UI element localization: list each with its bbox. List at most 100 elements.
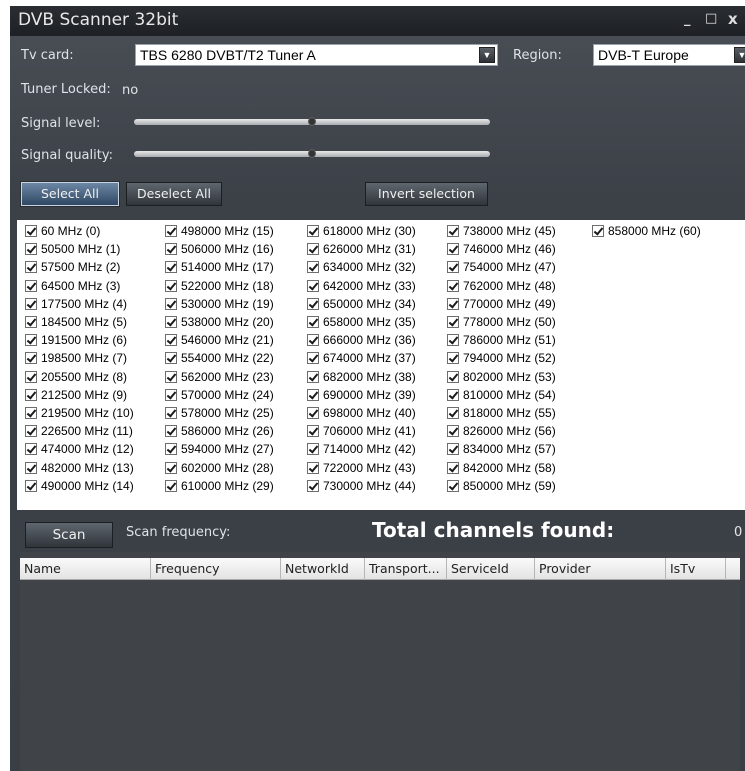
column-header-serviceid[interactable]: ServiceId: [447, 558, 535, 580]
checkbox-checked-icon[interactable]: [25, 261, 37, 274]
checkbox-checked-icon[interactable]: [307, 443, 319, 456]
frequency-checkbox-item[interactable]: 634000 MHz (32): [307, 260, 416, 274]
column-header-networkid[interactable]: NetworkId: [281, 558, 365, 580]
frequency-checkbox-item[interactable]: 570000 MHz (24): [165, 388, 274, 402]
frequency-checkbox-item[interactable]: 666000 MHz (36): [307, 333, 416, 347]
frequency-checkbox-item[interactable]: 698000 MHz (40): [307, 406, 416, 420]
checkbox-checked-icon[interactable]: [25, 407, 37, 419]
checkbox-checked-icon[interactable]: [447, 261, 459, 274]
frequency-checkbox-item[interactable]: 212500 MHz (9): [25, 388, 127, 402]
checkbox-checked-icon[interactable]: [25, 370, 37, 383]
frequency-checkbox-item[interactable]: 198500 MHz (7): [25, 351, 127, 365]
frequency-checkbox-item[interactable]: 57500 MHz (2): [25, 260, 120, 274]
checkbox-checked-icon[interactable]: [447, 297, 459, 310]
checkbox-checked-icon[interactable]: [165, 370, 177, 383]
checkbox-checked-icon[interactable]: [307, 334, 319, 347]
frequency-checkbox-item[interactable]: 786000 MHz (51): [447, 333, 556, 347]
region-select[interactable]: DVB-T Europe ▼: [593, 44, 745, 66]
frequency-checkbox-item[interactable]: 754000 MHz (47): [447, 260, 556, 274]
frequency-checkbox-item[interactable]: 642000 MHz (33): [307, 279, 416, 293]
frequency-checkbox-item[interactable]: 514000 MHz (17): [165, 260, 274, 274]
frequency-checkbox-item[interactable]: 482000 MHz (13): [25, 461, 134, 475]
checkbox-checked-icon[interactable]: [307, 243, 319, 256]
deselect-all-button[interactable]: Deselect All: [126, 182, 222, 206]
checkbox-checked-icon[interactable]: [165, 479, 177, 492]
frequency-checkbox-item[interactable]: 714000 MHz (42): [307, 442, 416, 456]
column-header-istv[interactable]: IsTv: [666, 558, 726, 580]
checkbox-checked-icon[interactable]: [165, 407, 177, 419]
frequency-checkbox-item[interactable]: 562000 MHz (23): [165, 370, 274, 384]
scan-button[interactable]: Scan: [25, 522, 113, 548]
checkbox-checked-icon[interactable]: [447, 243, 459, 256]
checkbox-checked-icon[interactable]: [165, 425, 177, 438]
column-header-name[interactable]: Name: [20, 558, 151, 580]
checkbox-checked-icon[interactable]: [25, 297, 37, 310]
checkbox-checked-icon[interactable]: [447, 352, 459, 365]
select-all-button[interactable]: Select All: [21, 182, 119, 206]
frequency-checkbox-item[interactable]: 184500 MHz (5): [25, 315, 127, 329]
frequency-checkbox-item[interactable]: 530000 MHz (19): [165, 297, 274, 311]
checkbox-checked-icon[interactable]: [307, 425, 319, 438]
frequency-checkbox-item[interactable]: 762000 MHz (48): [447, 279, 556, 293]
checkbox-checked-icon[interactable]: [25, 443, 37, 456]
checkbox-checked-icon[interactable]: [307, 407, 319, 419]
frequency-checkbox-item[interactable]: 746000 MHz (46): [447, 242, 556, 256]
chevron-down-icon[interactable]: ▼: [479, 47, 495, 63]
frequency-checkbox-item[interactable]: 810000 MHz (54): [447, 388, 556, 402]
checkbox-checked-icon[interactable]: [25, 225, 37, 237]
checkbox-checked-icon[interactable]: [165, 443, 177, 456]
frequency-checkbox-item[interactable]: 690000 MHz (39): [307, 388, 416, 402]
checkbox-checked-icon[interactable]: [307, 261, 319, 274]
frequency-checkbox-item[interactable]: 818000 MHz (55): [447, 406, 556, 420]
checkbox-checked-icon[interactable]: [447, 225, 459, 237]
checkbox-checked-icon[interactable]: [307, 461, 319, 474]
checkbox-checked-icon[interactable]: [165, 388, 177, 401]
checkbox-checked-icon[interactable]: [307, 352, 319, 365]
frequency-checkbox-item[interactable]: 219500 MHz (10): [25, 406, 134, 420]
column-header-provider[interactable]: Provider: [535, 558, 666, 580]
column-header-frequency[interactable]: Frequency: [151, 558, 281, 580]
frequency-checkbox-item[interactable]: 850000 MHz (59): [447, 479, 556, 493]
chevron-down-icon[interactable]: ▼: [734, 47, 745, 63]
frequency-checkbox-item[interactable]: 586000 MHz (26): [165, 424, 274, 438]
frequency-checkbox-item[interactable]: 858000 MHz (60): [592, 224, 701, 238]
checkbox-checked-icon[interactable]: [447, 461, 459, 474]
frequency-checkbox-item[interactable]: 538000 MHz (20): [165, 315, 274, 329]
checkbox-checked-icon[interactable]: [25, 334, 37, 347]
frequency-checkbox-item[interactable]: 802000 MHz (53): [447, 370, 556, 384]
checkbox-checked-icon[interactable]: [447, 425, 459, 438]
checkbox-checked-icon[interactable]: [307, 279, 319, 292]
frequency-checkbox-item[interactable]: 778000 MHz (50): [447, 315, 556, 329]
checkbox-checked-icon[interactable]: [447, 407, 459, 419]
frequency-checkbox-item[interactable]: 834000 MHz (57): [447, 442, 556, 456]
frequency-checkbox-item[interactable]: 842000 MHz (58): [447, 461, 556, 475]
frequency-checkbox-item[interactable]: 826000 MHz (56): [447, 424, 556, 438]
frequency-checkbox-item[interactable]: 706000 MHz (41): [307, 424, 416, 438]
checkbox-checked-icon[interactable]: [165, 261, 177, 274]
frequency-checkbox-item[interactable]: 650000 MHz (34): [307, 297, 416, 311]
checkbox-checked-icon[interactable]: [307, 316, 319, 328]
column-header-transport[interactable]: Transport...: [365, 558, 447, 580]
frequency-checkbox-item[interactable]: 578000 MHz (25): [165, 406, 274, 420]
frequency-checkbox-item[interactable]: 682000 MHz (38): [307, 370, 416, 384]
frequency-checkbox-item[interactable]: 226500 MHz (11): [25, 424, 133, 438]
checkbox-checked-icon[interactable]: [165, 225, 177, 237]
checkbox-checked-icon[interactable]: [165, 316, 177, 328]
checkbox-checked-icon[interactable]: [165, 297, 177, 310]
frequency-checkbox-item[interactable]: 658000 MHz (35): [307, 315, 416, 329]
checkbox-checked-icon[interactable]: [25, 243, 37, 256]
frequency-checkbox-item[interactable]: 610000 MHz (29): [165, 479, 274, 493]
frequency-checkbox-item[interactable]: 60 MHz (0): [25, 224, 100, 238]
checkbox-checked-icon[interactable]: [307, 225, 319, 237]
checkbox-checked-icon[interactable]: [25, 388, 37, 401]
checkbox-checked-icon[interactable]: [165, 334, 177, 347]
checkbox-checked-icon[interactable]: [447, 479, 459, 492]
frequency-checkbox-item[interactable]: 64500 MHz (3): [25, 279, 120, 293]
frequency-checkbox-item[interactable]: 770000 MHz (49): [447, 297, 556, 311]
checkbox-checked-icon[interactable]: [447, 334, 459, 347]
frequency-checkbox-item[interactable]: 498000 MHz (15): [165, 224, 274, 238]
frequency-checkbox-item[interactable]: 602000 MHz (28): [165, 461, 274, 475]
frequency-checkbox-item[interactable]: 554000 MHz (22): [165, 351, 274, 365]
close-icon[interactable]: x: [728, 10, 738, 28]
checkbox-checked-icon[interactable]: [25, 479, 37, 492]
